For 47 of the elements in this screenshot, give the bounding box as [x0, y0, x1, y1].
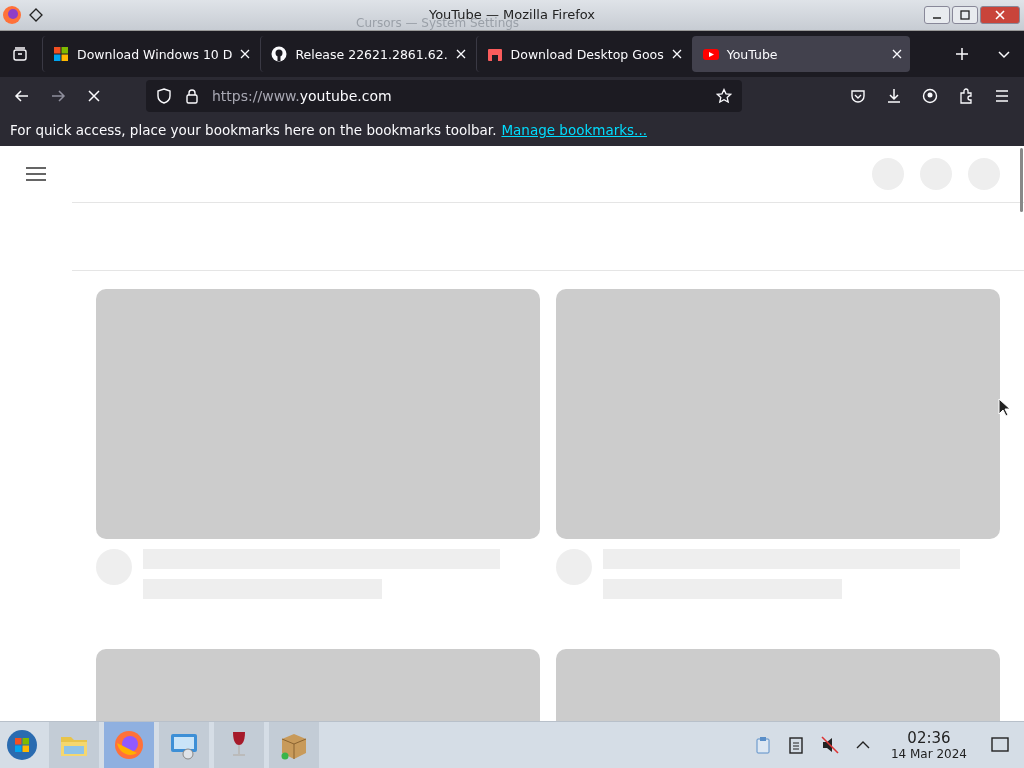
address-bar[interactable]: https://www.youtube.com	[146, 79, 742, 112]
scrollbar[interactable]	[1020, 148, 1023, 212]
browser-tab[interactable]: Download Desktop Goos	[475, 36, 690, 72]
close-icon[interactable]	[995, 10, 1005, 20]
muted-speaker-icon[interactable]	[820, 736, 839, 754]
cat-logo-icon	[271, 46, 288, 62]
bookmark-star-icon[interactable]	[716, 87, 732, 104]
maximize-button[interactable]	[952, 6, 978, 24]
close-tab-icon[interactable]	[455, 49, 466, 59]
plus-icon[interactable]	[955, 47, 969, 61]
account-icon[interactable]	[922, 87, 938, 104]
four-squares-icon	[53, 46, 69, 62]
tray-icon[interactable]	[12, 46, 28, 62]
close-tab-icon[interactable]	[891, 49, 902, 59]
close-tab-icon[interactable]	[240, 49, 251, 59]
stop-icon[interactable]	[86, 87, 102, 104]
taskbar-settings-button[interactable]	[159, 722, 209, 768]
download-icon[interactable]	[886, 87, 902, 104]
close-button[interactable]	[980, 6, 1020, 24]
puzzle-piece-icon[interactable]	[958, 87, 974, 104]
store-icon	[486, 46, 503, 62]
clipboard-tray-icon[interactable]	[754, 736, 771, 754]
close-tab-icon[interactable]	[671, 49, 682, 59]
mouse-cursor-icon	[998, 398, 1010, 416]
bookmarks-message: For quick access, place your bookmarks here on the bookmarks toolbar.	[10, 122, 497, 138]
play-logo-icon	[702, 46, 719, 62]
firefox-icon	[2, 5, 22, 25]
browser-tab[interactable]: Download Windows 10 D	[42, 36, 259, 72]
menu-icon[interactable]	[994, 87, 1010, 104]
manage-bookmarks-link[interactable]: Manage bookmarks...	[501, 122, 647, 138]
shield-icon[interactable]	[156, 87, 172, 104]
clock-time[interactable]: 02:36	[907, 729, 951, 747]
desktop-icon[interactable]	[991, 737, 1009, 753]
notes-tray-icon[interactable]	[787, 736, 804, 754]
lock-icon[interactable]	[184, 87, 200, 104]
menu-icon[interactable]	[26, 167, 46, 181]
browser-tab[interactable]: Release 22621.2861.62.	[260, 36, 474, 72]
expand-tray-icon[interactable]	[855, 740, 870, 750]
maximize-icon[interactable]	[960, 10, 970, 20]
forward-arrow-icon[interactable]	[50, 87, 66, 104]
pin-icon[interactable]	[28, 7, 44, 23]
clock-date[interactable]: 14 Mar 2024	[890, 747, 967, 761]
pocket-icon[interactable]	[850, 87, 866, 104]
browser-tab[interactable]: YouTube	[691, 36, 910, 72]
back-arrow-icon[interactable]	[14, 87, 30, 104]
taskbar-wine-button[interactable]	[214, 722, 264, 768]
minimize-button[interactable]	[924, 6, 950, 24]
